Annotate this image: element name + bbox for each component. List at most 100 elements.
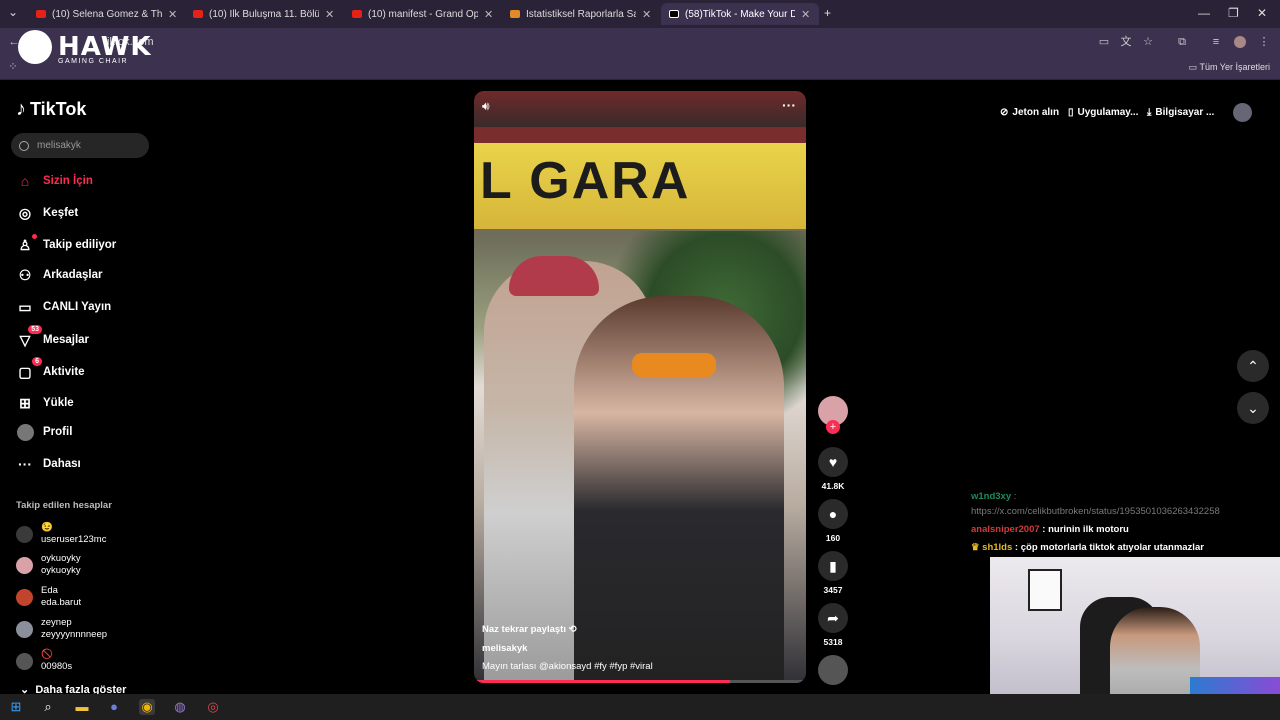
share-button[interactable]: ➦ 5318 [818,603,848,647]
desktop-app-label: Bilgisayar ... [1155,107,1215,118]
browser-tab[interactable]: (10) manifest - Grand Opening ✕ [344,3,494,25]
close-icon[interactable]: ✕ [642,8,651,21]
nav-activity[interactable]: ▢ 6 Aktivite [16,357,85,381]
compass-icon: ◎ [18,204,32,221]
avatar [16,652,33,670]
restore-icon[interactable]: ❐ [1228,6,1239,20]
hawk-logo-overlay: HAWK GAMING CHAIR [18,30,152,65]
tab-title: İstatistiksel Raporlarla Saflık Te [526,8,636,20]
cast-icon[interactable]: ▭ [1098,36,1110,48]
nav-upload[interactable]: ⊞ Yükle [16,394,74,412]
follow-plus-icon[interactable]: + [826,420,840,434]
youtube-icon [193,10,203,18]
discord-icon[interactable]: ◍ [172,699,188,715]
account-handle: eda.barut [41,597,82,608]
all-bookmarks[interactable]: ▭ Tüm Yer İşaretleri [1189,62,1270,73]
comment-icon: ● [818,499,848,529]
orange-sunglasses [632,353,716,377]
following-account[interactable]: 🚫 00980s [16,649,72,673]
extensions-icon[interactable]: ⧉ [1176,36,1188,48]
nav-following[interactable]: ♙ Takip ediliyor [16,234,116,254]
menu-icon[interactable]: ⋮ [1258,36,1270,48]
get-app-label: Uygulamay... [1077,107,1139,118]
chat-link: https://x.com/celikbutbroken/status/1953… [971,506,1220,517]
tiktok-icon [669,10,679,18]
youtube-icon [36,10,46,18]
browser-tab[interactable]: (10) İlk Buluşma 11. Bölüm - Yo ✕ [185,3,335,25]
user-avatar[interactable] [1233,103,1252,122]
following-account[interactable]: Eda eda.barut [16,585,81,609]
chat-text: nurinin ilk motoru [1048,524,1129,535]
more-icon: ··· [18,456,32,472]
video-more-icon[interactable]: ··· [782,97,796,113]
tab-search-icon[interactable]: ⌄ [8,5,18,19]
close-icon[interactable]: ✕ [484,8,493,21]
app-icon[interactable]: ● [106,699,122,715]
previous-video-button[interactable]: ⌃ [1237,350,1269,382]
search-placeholder: melisakyk [37,140,81,151]
activity-badge: 6 [32,357,42,366]
chat-text: çöp motorlarla tiktok atıyolar utanmazla… [1020,542,1204,553]
following-account[interactable]: oykuoyky oykuoyky [16,553,81,577]
translate-icon[interactable]: 文 [1120,36,1132,48]
repost-line: Naz tekrar paylaştı ⟲ [482,624,577,635]
close-icon[interactable]: ✕ [801,8,810,21]
account-handle: 00980s [41,661,73,672]
video-progress-bar[interactable] [474,680,806,683]
tiktok-logo[interactable]: ♪ TikTok [16,98,86,121]
get-coins-button[interactable]: ⊘ Jeton alın [1000,107,1059,118]
close-icon[interactable]: ✕ [325,8,334,21]
following-icon: ♙ [16,234,37,254]
get-app-button[interactable]: ▯ Uygulamay... [1068,107,1138,118]
live-icon: ▭ [18,298,32,315]
nav-explore[interactable]: ◎ Keşfet [16,204,78,222]
browser-tab[interactable]: İstatistiksel Raporlarla Saflık Te ✕ [502,3,652,25]
search-icon[interactable]: ⌕ [40,699,56,715]
file-explorer-icon[interactable]: ▬ [74,699,90,715]
browser-tab-active[interactable]: (58)TikTok - Make Your Day ✕ [661,3,819,25]
share-icon: ➦ [818,603,848,633]
obs-icon[interactable]: ◎ [205,699,221,715]
new-tab-icon[interactable]: + [824,6,831,20]
video-progress-fill [474,680,730,683]
address-bar: ← tiktok.com ▭ 文 ☆ ⧉ ≡ ⋮ [0,28,1280,56]
star-icon[interactable]: ☆ [1142,36,1154,48]
chrome-icon[interactable]: ◉ [139,699,155,715]
browser-tab[interactable]: (10) Selena Gomez & The Scene ✕ [28,3,178,25]
video-player[interactable]: L GARA 🔊︎ ··· Naz tekrar paylaştı ⟲ meli… [474,91,806,683]
save-count: 3457 [823,585,843,595]
profile-avatar-icon[interactable] [1234,36,1246,48]
home-icon: ⌂ [20,173,30,189]
nav-for-you[interactable]: ⌂ Sizin İçin [16,172,93,190]
close-icon[interactable]: ✕ [168,8,177,21]
music-disc-icon [818,655,848,685]
media-icon[interactable]: ≡ [1210,36,1222,48]
nav-profile[interactable]: Profil [16,423,72,441]
profile-icon [16,423,34,441]
like-button[interactable]: ♥ 41.8K [818,447,848,491]
nav-label: Arkadaşlar [43,269,103,281]
next-video-button[interactable]: ⌄ [1237,392,1269,424]
desktop-app-button[interactable]: ⤓ Bilgisayar ... [1147,107,1214,118]
all-bookmarks-label: Tüm Yer İşaretleri [1199,62,1270,72]
search-input[interactable]: melisakyk [11,133,149,158]
following-account[interactable]: zeynep zeyyyynnnneep [16,617,107,641]
nav-more[interactable]: ··· Dahası [16,455,81,473]
repost-text: Naz tekrar paylaştı [482,624,566,635]
following-account[interactable]: 😉 useruser123mc [16,522,106,546]
nav-messages[interactable]: ▽ 53 Mesajlar [16,325,89,349]
nav-friends[interactable]: ⚇ Arkadaşlar [16,266,103,284]
close-window-icon[interactable]: ✕ [1257,6,1267,20]
volume-icon[interactable]: 🔊︎ [482,99,490,114]
crown-icon: ♛ [971,542,980,553]
nav-live[interactable]: ▭ CANLI Yayın [16,298,111,316]
garage-sign-text: L GARA [480,152,691,210]
account-name: oykuoyky [41,553,81,564]
save-button[interactable]: ▮ 3457 [818,551,848,595]
chat-message: analsniper2007 : nurinin ilk motoru [971,524,1129,535]
comment-button[interactable]: ● 160 [818,499,848,543]
music-disc-button[interactable] [818,655,848,685]
minimize-icon[interactable]: — [1198,6,1210,20]
video-username[interactable]: melisakyk [482,643,527,654]
windows-start-icon[interactable]: ⊞ [8,699,24,715]
